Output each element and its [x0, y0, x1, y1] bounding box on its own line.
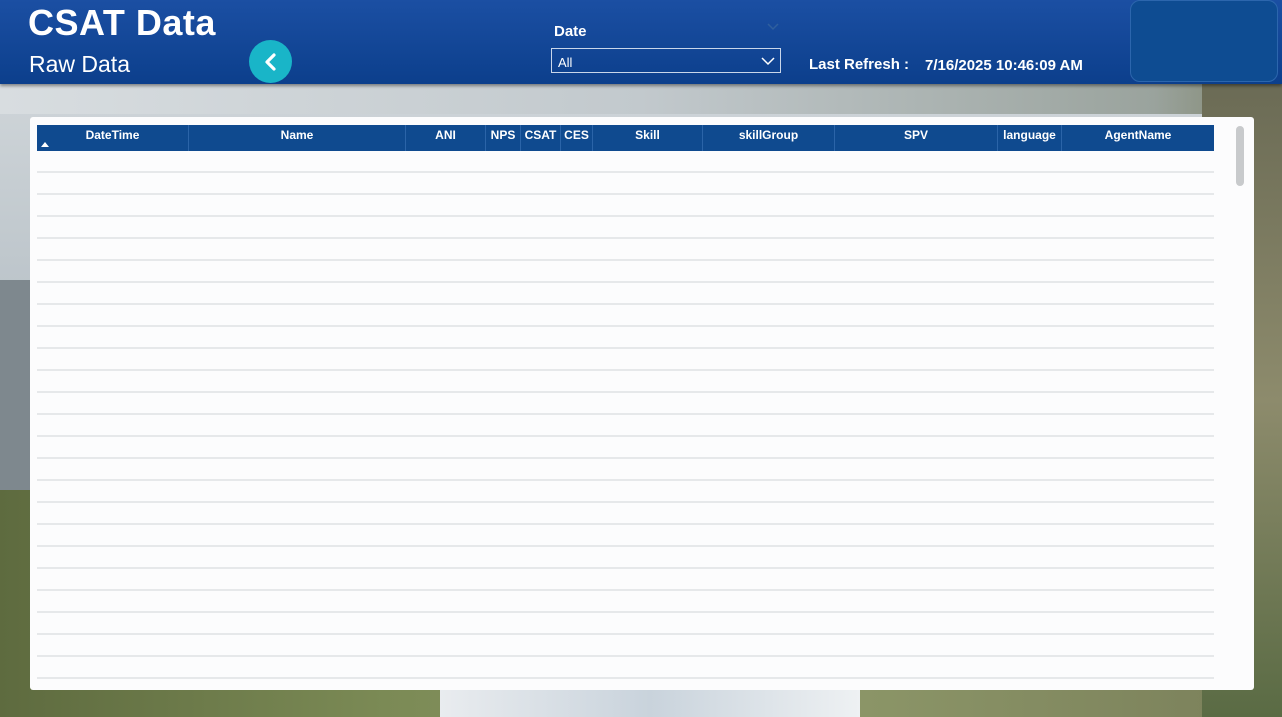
column-header-language[interactable]: language [998, 125, 1062, 151]
column-header-csat[interactable]: CSAT [521, 125, 561, 151]
table-row [37, 239, 1214, 261]
chevron-down-icon [767, 23, 779, 31]
table-row [37, 657, 1214, 679]
scrollbar-thumb[interactable] [1236, 126, 1244, 186]
table-row [37, 415, 1214, 437]
column-header-nps[interactable]: NPS [486, 125, 521, 151]
table-row [37, 635, 1214, 657]
table-row [37, 217, 1214, 239]
table-row [37, 569, 1214, 591]
sort-ascending-icon [41, 142, 49, 147]
raw-data-table: DateTime Name ANI NPS CSAT CES Skill ski… [30, 117, 1254, 690]
back-button[interactable] [249, 40, 292, 83]
chevron-down-icon [761, 57, 775, 66]
column-header-skillgroup[interactable]: skillGroup [703, 125, 835, 151]
column-header-skill[interactable]: Skill [593, 125, 703, 151]
table-row [37, 371, 1214, 393]
header-card [1130, 0, 1278, 82]
table-row [37, 173, 1214, 195]
date-filter-value: All [558, 55, 573, 70]
table-row [37, 525, 1214, 547]
table-row [37, 261, 1214, 283]
table-row [37, 459, 1214, 481]
table-row [37, 591, 1214, 613]
column-header-ani[interactable]: ANI [406, 125, 486, 151]
table-row [37, 305, 1214, 327]
table-row [37, 547, 1214, 569]
table-header: DateTime Name ANI NPS CSAT CES Skill ski… [37, 125, 1214, 151]
column-header-ces[interactable]: CES [561, 125, 593, 151]
table-row [37, 349, 1214, 371]
table-row [37, 613, 1214, 635]
vertical-scrollbar[interactable] [1234, 123, 1246, 683]
column-header-spv[interactable]: SPV [835, 125, 998, 151]
last-refresh-value: 7/16/2025 10:46:09 AM [925, 57, 1083, 74]
chevron-left-icon [264, 52, 276, 71]
report-header: CSAT Data Raw Data Date All Last Refresh… [0, 0, 1282, 84]
table-row [37, 481, 1214, 503]
table-row [37, 503, 1214, 525]
column-header-datetime[interactable]: DateTime [37, 125, 189, 151]
last-refresh-label: Last Refresh : [809, 56, 910, 73]
column-header-name[interactable]: Name [189, 125, 406, 151]
table-row [37, 151, 1214, 173]
table-row [37, 195, 1214, 217]
table-row [37, 327, 1214, 349]
table-row [37, 393, 1214, 415]
column-header-agentname[interactable]: AgentName [1062, 125, 1214, 151]
date-filter-dropdown[interactable]: All [551, 48, 781, 73]
table-row [37, 437, 1214, 459]
table-row [37, 283, 1214, 305]
table-body [37, 151, 1214, 679]
date-filter-label: Date [554, 23, 587, 40]
report-title: CSAT Data [28, 2, 216, 43]
page-subtitle: Raw Data [29, 51, 130, 77]
